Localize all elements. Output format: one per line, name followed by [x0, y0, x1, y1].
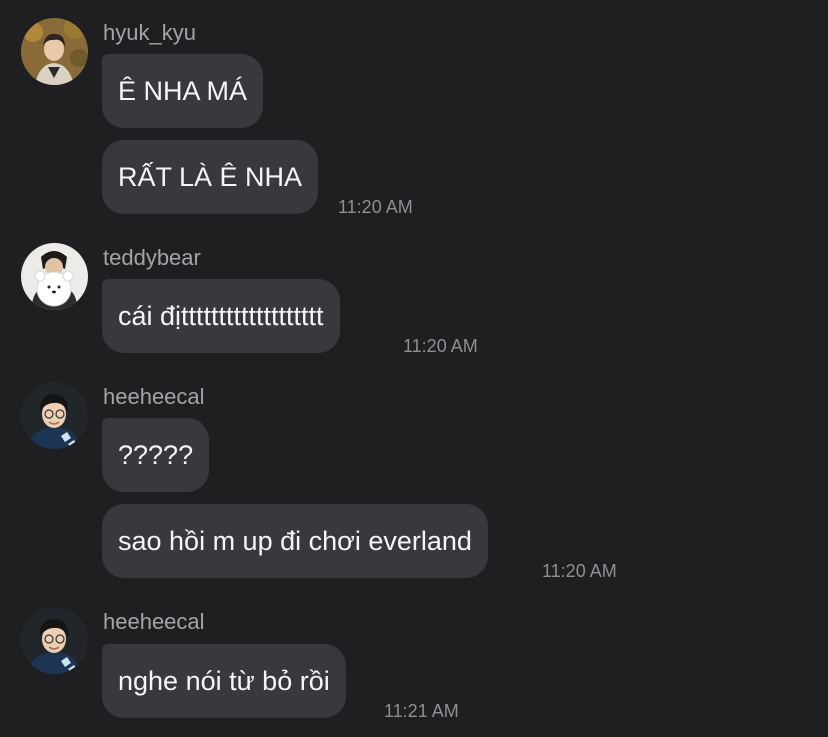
message-bubble[interactable]: nghe nói từ bỏ rồi: [102, 644, 346, 718]
message-bubble[interactable]: Ê NHA MÁ: [102, 54, 264, 128]
message-timestamp: 11:20 AM: [338, 197, 413, 217]
message-bubble[interactable]: RẤT LÀ Ê NHA: [102, 140, 319, 214]
message-timestamp: 11:20 AM: [542, 561, 617, 581]
message-timestamp: 11:20 AM: [403, 336, 478, 356]
username-hyuk-kyu: hyuk_kyu: [103, 20, 196, 45]
message-bubble[interactable]: sao hồi m up đi chơi everland: [102, 504, 488, 578]
avatar-teddybear[interactable]: [21, 243, 88, 310]
message-bubble[interactable]: cái địttttttttttttttttttt: [102, 279, 340, 353]
username-teddybear: teddybear: [103, 245, 201, 270]
avatar-heeheecal[interactable]: [21, 607, 88, 674]
username-heeheecal: heeheecal: [103, 384, 205, 409]
avatar-heeheecal[interactable]: [21, 382, 88, 449]
avatar-hyuk-kyu[interactable]: [21, 18, 88, 85]
message-bubble[interactable]: ?????: [102, 418, 210, 492]
username-heeheecal: heeheecal: [103, 609, 205, 634]
message-timestamp: 11:21 AM: [384, 701, 459, 721]
